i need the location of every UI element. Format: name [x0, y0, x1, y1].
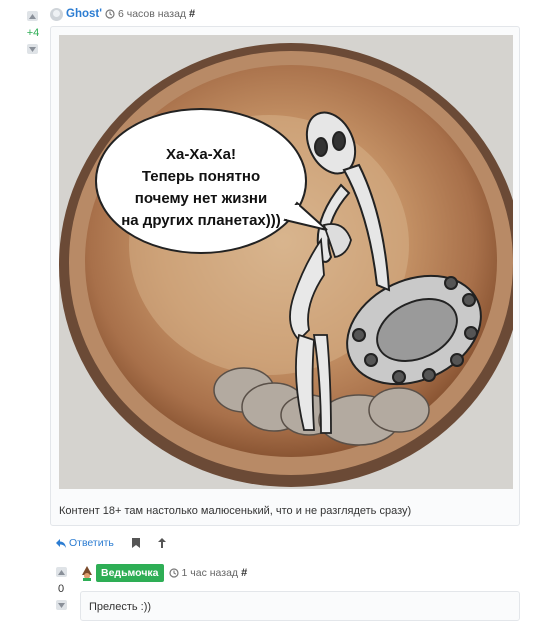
- speech-line-1: Ха-Ха-Ха!: [166, 146, 236, 163]
- witch-avatar-icon: [82, 565, 92, 581]
- reply-icon: [56, 538, 66, 548]
- avatar[interactable]: [80, 565, 94, 581]
- comment-score: 0: [57, 583, 65, 595]
- vote-down-button[interactable]: [27, 44, 38, 54]
- speech-line-2: Теперь понятно: [142, 168, 260, 185]
- time-text: 6 часов назад: [117, 8, 187, 20]
- avatar[interactable]: [50, 7, 63, 21]
- comment-image[interactable]: Ха-Ха-Ха! Теперь понятно почему нет жизн…: [59, 35, 513, 489]
- bookmark-icon: [131, 538, 140, 548]
- vote-down-icon: [29, 46, 36, 52]
- speech-line-3: почему нет жизни: [135, 190, 267, 207]
- scroll-up-button[interactable]: [157, 538, 166, 548]
- bookmark-button[interactable]: [131, 538, 140, 548]
- vote-up-icon: [58, 569, 65, 575]
- vote-up-button[interactable]: [56, 567, 67, 577]
- comment-score: +4: [26, 27, 40, 39]
- permalink-hash[interactable]: #: [241, 567, 247, 579]
- comment-card: Ха-Ха-Ха! Теперь понятно почему нет жизн…: [50, 26, 520, 526]
- vote-up-icon: [29, 13, 36, 19]
- comment-time[interactable]: 1 час назад: [168, 567, 239, 579]
- history-icon: [168, 568, 179, 578]
- comment-text: Прелесть :)): [89, 601, 152, 613]
- time-text: 1 час назад: [181, 567, 239, 579]
- history-icon: [105, 9, 115, 19]
- author-name[interactable]: Ghost': [66, 8, 102, 20]
- reply-button[interactable]: Ответить: [56, 537, 114, 549]
- reply-label: Ответить: [69, 537, 114, 549]
- speech-line-4: на других планетах))): [121, 212, 281, 229]
- vote-down-icon: [58, 602, 65, 608]
- comment-header: Ghost' 6 часов назад #: [50, 6, 195, 22]
- comment-time[interactable]: 6 часов назад: [105, 8, 186, 20]
- author-name[interactable]: Ведьмочка: [96, 564, 164, 582]
- comment-card: Прелесть :)): [80, 591, 520, 621]
- comment-actions: Ответить: [56, 537, 166, 549]
- arrow-up-icon: [157, 538, 166, 548]
- vote-up-button[interactable]: [27, 11, 38, 21]
- vote-down-button[interactable]: [56, 600, 67, 610]
- comment-header: Ведьмочка 1 час назад #: [80, 564, 247, 582]
- comment-text: Контент 18+ там настолько малюсенький, ч…: [59, 505, 412, 517]
- permalink-hash[interactable]: #: [189, 8, 195, 20]
